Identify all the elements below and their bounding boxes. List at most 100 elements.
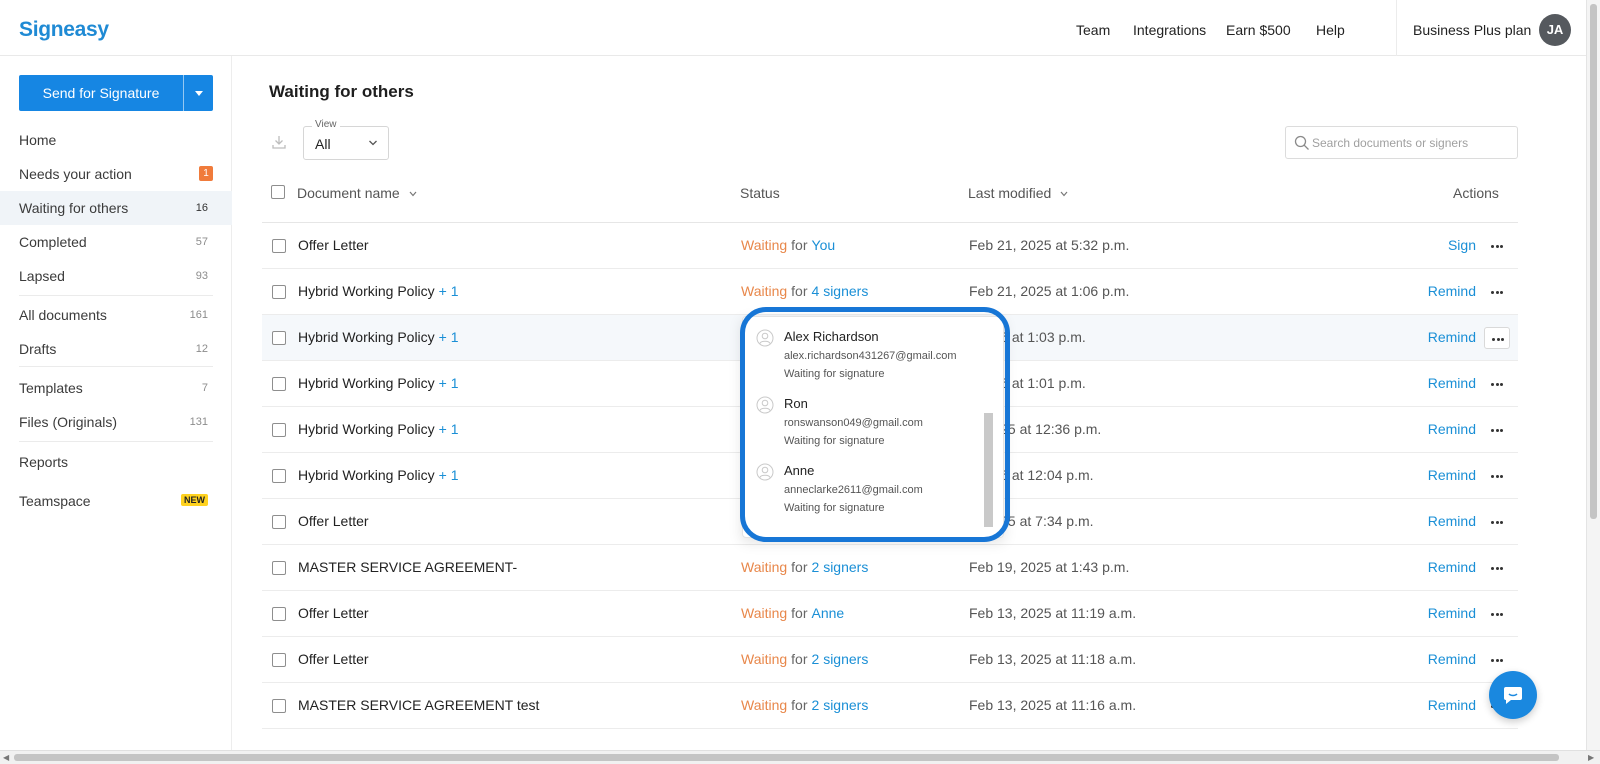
download-icon[interactable] bbox=[271, 134, 287, 150]
plan-label[interactable]: Business Plus plan bbox=[1413, 22, 1531, 38]
row-action-remind[interactable]: Remind bbox=[1428, 329, 1476, 345]
row-checkbox[interactable] bbox=[272, 423, 286, 437]
more-icon[interactable] bbox=[1484, 281, 1510, 303]
row-checkbox[interactable] bbox=[272, 607, 286, 621]
sidebar-item-home[interactable]: Home bbox=[0, 123, 232, 157]
sidebar-item-templates[interactable]: Templates 7 bbox=[0, 371, 232, 405]
row-action-remind[interactable]: Remind bbox=[1428, 421, 1476, 437]
row-action-remind[interactable]: Remind bbox=[1428, 651, 1476, 667]
sidebar-item-files-originals[interactable]: Files (Originals) 131 bbox=[0, 405, 232, 439]
search-input[interactable] bbox=[1312, 133, 1512, 153]
row-action-remind[interactable]: Remind bbox=[1428, 559, 1476, 575]
row-checkbox[interactable] bbox=[272, 377, 286, 391]
table-row[interactable]: Offer Letter Waiting for Anne Feb 13, 2025 a… bbox=[262, 591, 1518, 637]
scroll-left-icon[interactable]: ◀ bbox=[3, 753, 9, 762]
row-checkbox[interactable] bbox=[272, 331, 286, 345]
additional-documents-count[interactable]: + 1 bbox=[439, 375, 459, 391]
additional-documents-count[interactable]: + 1 bbox=[439, 329, 459, 345]
more-icon[interactable] bbox=[1484, 649, 1510, 671]
table-row[interactable]: MASTER SERVICE AGREEMENT test Waiting for 2… bbox=[262, 683, 1518, 729]
horizontal-scrollbar[interactable]: ◀ ▶ bbox=[0, 750, 1600, 764]
row-checkbox[interactable] bbox=[272, 515, 286, 529]
row-checkbox[interactable] bbox=[272, 699, 286, 713]
popover-scrollbar[interactable] bbox=[984, 413, 993, 527]
column-header-document-name[interactable]: Document name bbox=[297, 185, 417, 201]
more-icon[interactable] bbox=[1484, 557, 1510, 579]
view-filter-select[interactable]: View All bbox=[303, 119, 389, 160]
sidebar-item-teamspace[interactable]: Teamspace NEW bbox=[0, 484, 232, 518]
more-icon[interactable] bbox=[1484, 465, 1510, 487]
select-all-checkbox[interactable] bbox=[271, 185, 285, 199]
sidebar-item-waiting-for-others[interactable]: Waiting for others 16 bbox=[0, 191, 232, 225]
sidebar-item-all-documents[interactable]: All documents 161 bbox=[0, 298, 232, 332]
row-action-remind[interactable]: Remind bbox=[1428, 283, 1476, 299]
nav-earn[interactable]: Earn $500 bbox=[1226, 22, 1291, 38]
row-checkbox[interactable] bbox=[272, 561, 286, 575]
column-header-last-modified[interactable]: Last modified bbox=[968, 185, 1068, 201]
more-icon[interactable] bbox=[1484, 603, 1510, 625]
status-signers-link[interactable]: 2 signers bbox=[812, 651, 869, 667]
sidebar-item-completed[interactable]: Completed 57 bbox=[0, 225, 232, 259]
avatar[interactable]: JA bbox=[1539, 14, 1571, 46]
row-checkbox[interactable] bbox=[272, 285, 286, 299]
dot bbox=[1495, 659, 1499, 662]
document-name[interactable]: Offer Letter bbox=[298, 237, 369, 253]
status-waiting: Waiting bbox=[741, 697, 788, 713]
send-for-signature-button[interactable]: Send for Signature bbox=[19, 75, 213, 111]
more-icon[interactable] bbox=[1484, 373, 1510, 395]
table-row[interactable]: Hybrid Working Policy + 1 Waiting for 4 sign… bbox=[262, 269, 1518, 315]
additional-documents-count[interactable]: + 1 bbox=[439, 283, 459, 299]
additional-documents-count[interactable]: + 1 bbox=[439, 467, 459, 483]
table-row[interactable]: Offer Letter Waiting for 2 signers Feb 13, 2… bbox=[262, 637, 1518, 683]
scrollbar-thumb[interactable] bbox=[14, 754, 1559, 761]
status-signers-link[interactable]: 4 signers bbox=[812, 283, 869, 299]
document-name[interactable]: MASTER SERVICE AGREEMENT test bbox=[298, 697, 539, 713]
more-icon[interactable] bbox=[1484, 511, 1510, 533]
table-row[interactable]: Offer Letter Waiting for You Feb 21, 2025 at… bbox=[262, 223, 1518, 269]
status-signers-link[interactable]: 2 signers bbox=[812, 697, 869, 713]
document-name[interactable]: Hybrid Working Policy + 1 bbox=[298, 329, 459, 345]
more-icon[interactable] bbox=[1484, 327, 1510, 349]
row-action-remind[interactable]: Remind bbox=[1428, 375, 1476, 391]
more-icon[interactable] bbox=[1484, 235, 1510, 257]
row-checkbox[interactable] bbox=[272, 239, 286, 253]
sidebar-item-needs-action[interactable]: Needs your action 1 bbox=[0, 157, 232, 191]
sidebar-item-lapsed[interactable]: Lapsed 93 bbox=[0, 259, 232, 293]
document-name[interactable]: Hybrid Working Policy + 1 bbox=[298, 467, 459, 483]
additional-documents-count[interactable]: + 1 bbox=[439, 421, 459, 437]
status-signers-link[interactable]: You bbox=[812, 237, 836, 253]
row-action-sign[interactable]: Sign bbox=[1448, 237, 1476, 253]
document-name[interactable]: Hybrid Working Policy + 1 bbox=[298, 283, 459, 299]
row-checkbox[interactable] bbox=[272, 653, 286, 667]
status-signers-link[interactable]: 2 signers bbox=[812, 559, 869, 575]
row-checkbox[interactable] bbox=[272, 469, 286, 483]
status-waiting: Waiting bbox=[741, 283, 788, 299]
send-for-signature-label[interactable]: Send for Signature bbox=[19, 75, 183, 111]
document-name[interactable]: Offer Letter bbox=[298, 605, 369, 621]
logo[interactable]: Signeasy bbox=[19, 18, 109, 42]
document-name[interactable]: Hybrid Working Policy + 1 bbox=[298, 375, 459, 391]
scroll-right-icon[interactable]: ▶ bbox=[1588, 753, 1594, 762]
document-name[interactable]: MASTER SERVICE AGREEMENT- bbox=[298, 559, 517, 575]
row-action-remind[interactable]: Remind bbox=[1428, 467, 1476, 483]
document-name[interactable]: Hybrid Working Policy + 1 bbox=[298, 421, 459, 437]
document-name[interactable]: Offer Letter bbox=[298, 651, 369, 667]
search-box[interactable] bbox=[1285, 126, 1518, 159]
dot bbox=[1500, 291, 1503, 294]
status-signers-link[interactable]: Anne bbox=[812, 605, 845, 621]
row-action-remind[interactable]: Remind bbox=[1428, 697, 1476, 713]
table-row[interactable]: MASTER SERVICE AGREEMENT- Waiting for 2 sig… bbox=[262, 545, 1518, 591]
sidebar-item-drafts[interactable]: Drafts 12 bbox=[0, 332, 232, 366]
row-action-remind[interactable]: Remind bbox=[1428, 513, 1476, 529]
more-icon[interactable] bbox=[1484, 419, 1510, 441]
chat-button[interactable] bbox=[1489, 671, 1537, 719]
scrollbar-thumb[interactable] bbox=[1590, 4, 1597, 519]
sidebar-item-reports[interactable]: Reports bbox=[0, 445, 232, 479]
row-action-remind[interactable]: Remind bbox=[1428, 605, 1476, 621]
nav-help[interactable]: Help bbox=[1316, 22, 1345, 38]
nav-team[interactable]: Team bbox=[1076, 22, 1110, 38]
nav-integrations[interactable]: Integrations bbox=[1133, 22, 1206, 38]
send-options-dropdown[interactable] bbox=[183, 75, 213, 111]
document-name[interactable]: Offer Letter bbox=[298, 513, 369, 529]
vertical-scrollbar[interactable] bbox=[1586, 0, 1600, 750]
